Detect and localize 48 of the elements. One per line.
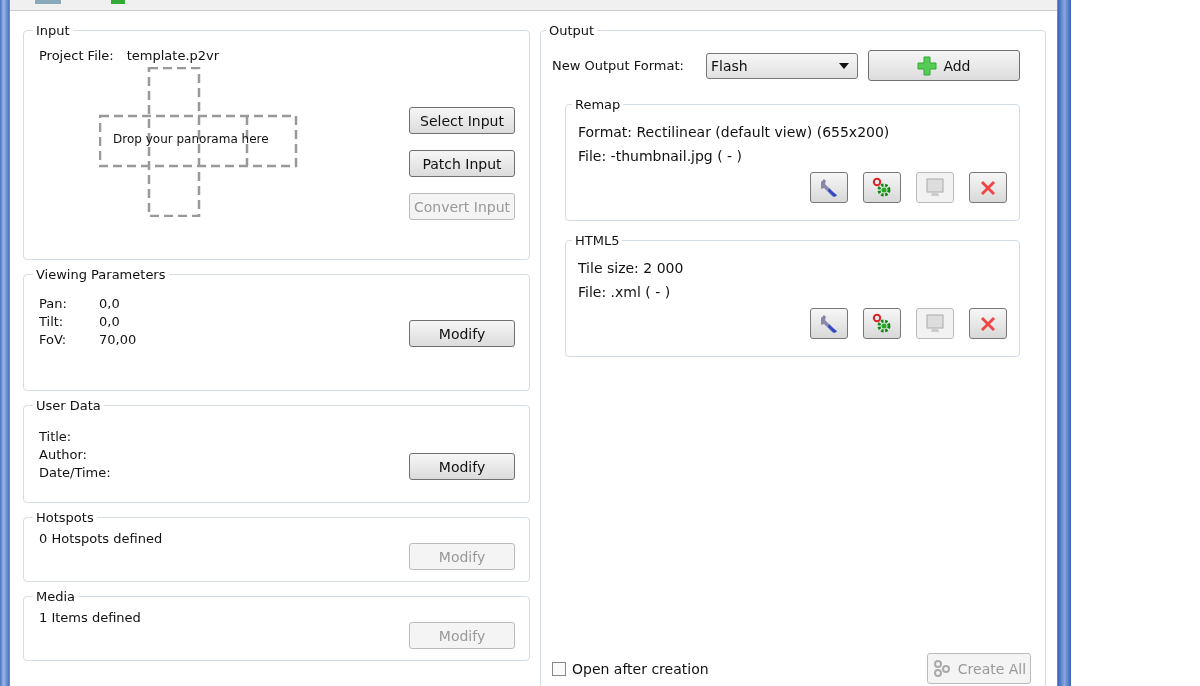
edit-button[interactable] bbox=[810, 308, 848, 339]
field-label: New Output Format: bbox=[552, 58, 684, 73]
drop-hint: Drop your panorama here bbox=[113, 132, 269, 146]
modify-button[interactable]: Modify bbox=[409, 320, 515, 347]
field-label: Project File: bbox=[39, 48, 114, 63]
group-title: Hotspots bbox=[35, 510, 95, 525]
generate-button[interactable] bbox=[863, 308, 901, 339]
project-file-name: template.p2vr bbox=[126, 48, 220, 63]
monitor-icon bbox=[924, 176, 946, 199]
group-title: Input bbox=[35, 23, 71, 38]
delete-button[interactable] bbox=[969, 308, 1007, 339]
add-button[interactable]: Add bbox=[867, 50, 1020, 81]
param-label: Tilt: bbox=[39, 314, 65, 329]
param-value: 0,0 bbox=[99, 296, 120, 311]
dropdown-arrow-icon bbox=[838, 62, 849, 69]
input-button[interactable]: Patch Input bbox=[409, 150, 515, 177]
generate-button[interactable] bbox=[863, 172, 901, 203]
delete-button[interactable] bbox=[969, 172, 1007, 203]
field-label: Title: bbox=[39, 429, 72, 444]
group-title: Output bbox=[548, 23, 596, 38]
param-value: 70,00 bbox=[99, 332, 137, 347]
cube-net-drawing[interactable] bbox=[99, 67, 299, 217]
summary-text: 1 Items defined bbox=[39, 610, 141, 625]
checkbox[interactable] bbox=[552, 661, 566, 676]
output-detail: Tile size: 2 000 bbox=[578, 260, 685, 276]
output-detail: Format: Rectilinear (default view) (655x200) bbox=[578, 124, 891, 140]
edit-button[interactable] bbox=[810, 172, 848, 203]
group-title: HTML5 bbox=[574, 233, 621, 248]
field-label: Date/Time: bbox=[39, 465, 111, 480]
modify-button[interactable]: Modify bbox=[409, 453, 515, 480]
group-title: User Data bbox=[35, 398, 102, 413]
format-dropdown[interactable]: Flash bbox=[705, 52, 858, 79]
group-title: Viewing Parameters bbox=[35, 267, 167, 282]
output-detail: File: -thumbnail.jpg ( - ) bbox=[578, 148, 744, 164]
output-detail: File: .xml ( - ) bbox=[578, 284, 672, 300]
checkbox-label: Open after creation bbox=[572, 660, 709, 677]
param-value: 0,0 bbox=[99, 314, 120, 329]
param-label: FoV: bbox=[39, 332, 68, 347]
plus-icon bbox=[917, 55, 938, 76]
field-label: Author: bbox=[39, 447, 87, 462]
param-label: Pan: bbox=[39, 296, 68, 311]
wrench-icon bbox=[818, 176, 840, 199]
input-button[interactable]: Select Input bbox=[409, 107, 515, 134]
wrench-icon bbox=[818, 312, 840, 335]
summary-text: 0 Hotspots defined bbox=[39, 531, 163, 546]
monitor-icon bbox=[924, 312, 946, 335]
group-title: Remap bbox=[574, 97, 622, 112]
group-title: Media bbox=[35, 589, 77, 604]
